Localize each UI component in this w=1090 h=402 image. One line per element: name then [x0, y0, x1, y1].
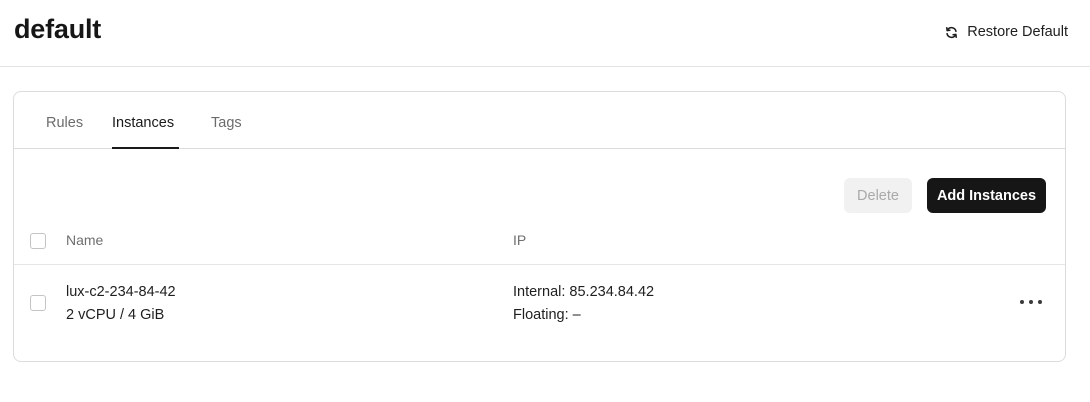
tab-instances[interactable]: Instances — [112, 115, 179, 149]
tab-tags[interactable]: Tags — [211, 115, 242, 149]
instance-spec: 2 vCPU / 4 GiB — [66, 307, 165, 323]
page-title: default — [14, 14, 102, 44]
column-header-name: Name — [66, 232, 104, 248]
instance-name[interactable]: lux-c2-234-84-42 — [66, 281, 176, 304]
more-actions-icon[interactable] — [1020, 295, 1042, 309]
refresh-icon — [945, 26, 958, 39]
restore-default-label: Restore Default — [967, 24, 1068, 40]
header-divider — [14, 264, 1065, 265]
security-group-card: Rules Instances Tags Delete Add Instance… — [13, 91, 1066, 362]
tab-rules[interactable]: Rules — [46, 115, 83, 149]
select-all-checkbox[interactable] — [30, 233, 46, 249]
tab-bar: Rules Instances Tags — [14, 92, 1065, 149]
restore-default-button[interactable]: Restore Default — [945, 20, 1068, 44]
row-checkbox[interactable] — [30, 295, 46, 311]
column-header-ip: IP — [513, 232, 527, 248]
internal-ip: Internal: 85.234.84.42 — [513, 284, 655, 300]
page-header: default Restore Default — [0, 0, 1090, 67]
floating-ip: Floating: – — [513, 307, 581, 323]
delete-button[interactable]: Delete — [844, 178, 912, 213]
add-instances-button[interactable]: Add Instances — [927, 178, 1046, 213]
